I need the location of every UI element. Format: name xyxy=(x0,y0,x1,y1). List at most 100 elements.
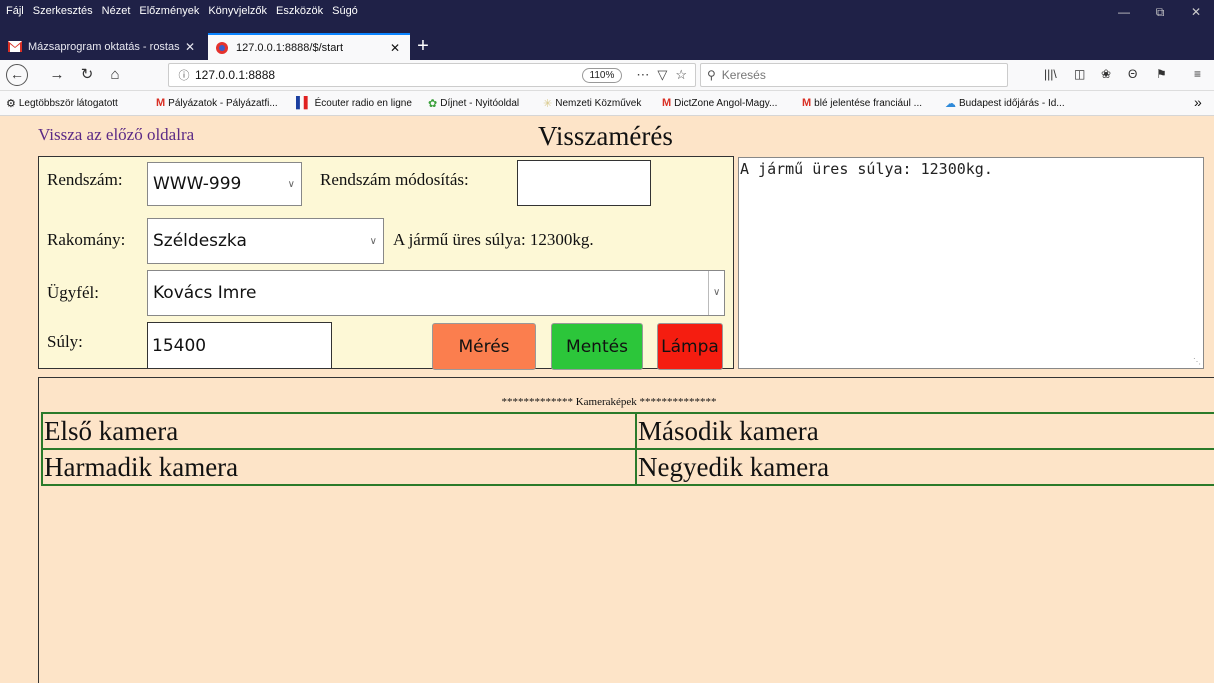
menu-history[interactable]: Előzmények xyxy=(139,5,199,17)
tab-mazsaprogram[interactable]: Mázsaprogram oktatás - rostas ✕ xyxy=(0,33,205,60)
bookmark-dictzone[interactable]: M DictZone Angol-Magy... xyxy=(662,97,777,109)
tab-title: Mázsaprogram oktatás - rostas xyxy=(28,40,180,53)
lamp-button[interactable]: Lámpa xyxy=(657,323,723,370)
bookmark-label: Legtöbbször látogatott xyxy=(18,98,118,109)
camera-cell-4: Negyedik kamera xyxy=(635,448,1214,486)
more-bookmarks-icon[interactable]: » xyxy=(1194,94,1202,110)
url-text: 127.0.0.1:8888 xyxy=(195,68,276,82)
search-icon: ⚲ xyxy=(707,68,716,82)
menu-tools[interactable]: Eszközök xyxy=(276,5,323,17)
tab-start[interactable]: 127.0.0.1:8888/$/start ✕ xyxy=(208,33,410,60)
chevron-down-icon: ∨ xyxy=(369,235,377,247)
gear-icon: ⚙ xyxy=(6,98,16,110)
tab-title: 127.0.0.1:8888/$/start xyxy=(236,41,344,54)
empty-weight-text: A jármű üres súlya: 12300kg. xyxy=(393,230,594,249)
restore-icon[interactable]: ⧉ xyxy=(1142,0,1178,24)
log-text: A jármű üres súlya: 12300kg. xyxy=(740,160,993,178)
cargo-label: Rakomány: xyxy=(47,230,126,249)
gmail-icon: M xyxy=(802,97,812,109)
bookmark-idojaras[interactable]: ☁ Budapest időjárás - Id... xyxy=(945,97,1065,110)
menu-view[interactable]: Nézet xyxy=(102,5,131,17)
minimize-icon[interactable]: — xyxy=(1106,0,1142,24)
bookmark-dijnet[interactable]: ✿ Díjnet - Nyitóoldal xyxy=(428,97,519,110)
table-row: Első kamera Második kamera xyxy=(41,412,1214,450)
new-tab-icon[interactable]: + xyxy=(414,35,432,57)
addon-icon[interactable]: ⚑ xyxy=(1156,67,1167,81)
page-globe-icon xyxy=(216,41,230,54)
bookmark-ble[interactable]: Mblé jelentése franciául ... xyxy=(802,97,922,109)
table-row: Harmadik kamera Negyedik kamera xyxy=(41,448,1214,486)
gmail-icon: M xyxy=(156,97,166,109)
bookmark-label: Nemzeti Közművek xyxy=(555,98,642,109)
cargo-select[interactable]: Széldeszka ∨ xyxy=(147,218,384,264)
page-content: Vissza az előző oldalra Visszamérés Rend… xyxy=(0,116,1214,683)
save-button[interactable]: Mentés xyxy=(551,323,643,370)
bookmark-label: DictZone Angol-Magy... xyxy=(674,97,778,109)
back-link[interactable]: Vissza az előző oldalra xyxy=(38,125,194,145)
hamburger-menu-icon[interactable]: ≡ xyxy=(1194,67,1201,81)
bookmarks-toolbar: ⚙ Legtöbbször látogatott M Pályázatok - Pá… xyxy=(0,91,1214,116)
close-tab-icon[interactable]: ✕ xyxy=(386,41,404,55)
tab-bar: Mázsaprogram oktatás - rostas ✕ 127.0.0.… xyxy=(0,33,1214,60)
camera-header: ************* Kameraképek ************** xyxy=(501,396,717,408)
flag-icon: ▌▌ xyxy=(296,97,312,109)
weighing-form: Rendszám: WWW-999 ∨ Rendszám módosítás: … xyxy=(38,156,734,370)
account-icon[interactable]: Θ xyxy=(1128,67,1137,81)
search-placeholder: Keresés xyxy=(721,68,766,82)
client-select[interactable]: Kovács Imre ∨ xyxy=(147,270,725,316)
bookmark-kozmuvek[interactable]: ✳ Nemzeti Közművek xyxy=(543,97,641,110)
page-title: Visszamérés xyxy=(538,121,673,151)
zoom-badge[interactable]: 110% xyxy=(581,67,623,83)
camera-cell-1: Első kamera xyxy=(41,412,637,450)
extension-icon[interactable]: ❀ xyxy=(1101,67,1111,81)
plate-edit-label: Rendszám módosítás: xyxy=(320,170,469,189)
plate-select[interactable]: WWW-999 ∨ xyxy=(147,162,302,206)
sidebar-icon[interactable]: ◫ xyxy=(1074,67,1085,81)
home-icon[interactable]: ⌂ xyxy=(104,64,126,86)
camera-cell-3: Harmadik kamera xyxy=(41,448,637,486)
plate-select-value: WWW-999 xyxy=(153,174,242,194)
plate-label: Rendszám: xyxy=(47,170,123,189)
pocket-icon[interactable]: ▽ xyxy=(657,67,667,83)
chevron-down-icon: ∨ xyxy=(287,178,295,190)
menu-file[interactable]: Fájl xyxy=(6,5,24,17)
bookmark-label: Díjnet - Nyitóoldal xyxy=(440,98,520,109)
search-bar[interactable]: ⚲ Keresés xyxy=(700,63,1008,87)
page-actions-icon[interactable]: ⋯ xyxy=(636,67,649,83)
client-select-value: Kovács Imre xyxy=(153,283,257,303)
url-bar[interactable]: ⓘ 127.0.0.1:8888 110% ⋯ ▽ ☆ xyxy=(168,63,696,87)
menu-edit[interactable]: Szerkesztés xyxy=(33,5,93,17)
cargo-select-value: Széldeszka xyxy=(153,231,247,251)
reload-icon[interactable]: ↻ xyxy=(76,64,98,86)
info-icon[interactable]: ⓘ xyxy=(173,67,195,83)
bookmark-label: blé jelentése franciául ... xyxy=(814,97,923,109)
close-tab-icon[interactable]: ✕ xyxy=(181,40,199,54)
bookmark-palyazatok[interactable]: M Pályázatok - Pályázatfi... xyxy=(156,97,278,109)
library-icon[interactable]: |||\ xyxy=(1044,67,1057,81)
measure-button[interactable]: Mérés xyxy=(432,323,536,370)
camera-cell-2: Második kamera xyxy=(635,412,1214,450)
sun-icon: ✳ xyxy=(543,98,553,110)
bookmark-star-icon[interactable]: ☆ xyxy=(675,67,687,83)
dijnet-icon: ✿ xyxy=(428,98,438,110)
bookmark-most-visited[interactable]: ⚙ Legtöbbször látogatott xyxy=(6,97,118,110)
resize-grip-icon[interactable]: ⋱ xyxy=(1193,357,1201,366)
plate-edit-input[interactable] xyxy=(517,160,651,206)
gmail-icon: M xyxy=(662,97,672,109)
weight-label: Súly: xyxy=(47,332,83,351)
menu-help[interactable]: Súgó xyxy=(332,5,358,17)
back-icon[interactable]: ← xyxy=(6,64,28,86)
chevron-down-icon: ∨ xyxy=(708,271,724,315)
bookmark-radio[interactable]: ▌▌ Écouter radio en ligne xyxy=(296,97,412,109)
menu-bar: Fájl Szerkesztés Nézet Előzmények Könyvj… xyxy=(0,0,1214,33)
bookmark-label: Budapest időjárás - Id... xyxy=(959,98,1065,109)
menu-bookmarks[interactable]: Könyvjelzők xyxy=(208,5,267,17)
close-window-icon[interactable]: ✕ xyxy=(1178,0,1214,24)
camera-table: Első kamera Második kamera Harmadik kame… xyxy=(41,412,1214,486)
weight-input[interactable]: 15400 xyxy=(147,322,332,369)
log-textarea[interactable]: A jármű üres súlya: 12300kg. ⋱ xyxy=(738,157,1204,369)
gmail-icon xyxy=(8,40,22,53)
bookmark-label: Pályázatok - Pályázatfi... xyxy=(168,97,278,109)
cloud-icon: ☁ xyxy=(945,98,956,110)
forward-icon[interactable]: → xyxy=(46,64,68,86)
